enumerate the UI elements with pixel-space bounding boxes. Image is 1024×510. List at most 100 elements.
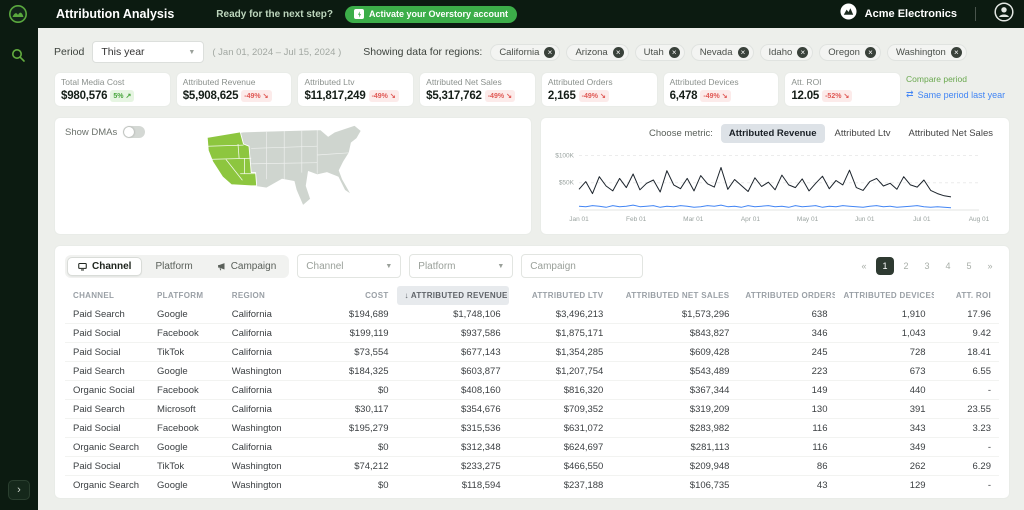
show-dmas-toggle[interactable] bbox=[123, 126, 146, 138]
region-chip-label: Oregon bbox=[828, 46, 860, 58]
remove-region-icon[interactable]: × bbox=[668, 46, 680, 58]
column-header[interactable]: PLATFORM bbox=[149, 286, 224, 305]
trend-down-icon: ↘ bbox=[843, 93, 850, 100]
sidebar-expand-button[interactable]: › bbox=[8, 480, 30, 500]
table-tab-campaign[interactable]: Campaign bbox=[206, 257, 288, 276]
svg-text:Feb 01: Feb 01 bbox=[626, 216, 647, 223]
search-icon[interactable] bbox=[11, 48, 26, 68]
table-cell: 440 bbox=[835, 380, 934, 400]
kpi-delta: -49% bbox=[487, 92, 505, 100]
remove-region-icon[interactable]: × bbox=[864, 46, 876, 58]
remove-region-icon[interactable]: × bbox=[950, 46, 962, 58]
kpi-card: Total Media Cost $980,576 5% ↗ bbox=[54, 72, 171, 107]
us-map[interactable] bbox=[188, 122, 398, 232]
kpi-delta-badge: -49% ↘ bbox=[578, 90, 609, 102]
pagination-page-3[interactable]: 3 bbox=[918, 257, 936, 275]
table-cell: - bbox=[987, 479, 991, 491]
table-cell: California bbox=[223, 342, 308, 362]
column-header[interactable]: ATTRIBUTED DEVICES bbox=[835, 286, 933, 305]
compare-period-link-label: Same period last year bbox=[917, 89, 1006, 100]
remove-region-icon[interactable]: × bbox=[737, 46, 749, 58]
table-row: Paid Social Facebook Washington $195,279 $31… bbox=[65, 418, 999, 438]
table-cell: $603,877 bbox=[396, 361, 509, 381]
pagination-next[interactable]: » bbox=[981, 257, 999, 275]
sort-desc-icon: ↓ bbox=[404, 291, 409, 300]
swap-icon: ⇄ bbox=[906, 89, 914, 99]
kpi-value: 12.05 bbox=[791, 90, 820, 102]
table-tab-label: Channel bbox=[92, 260, 132, 272]
table-row: Paid Search Google Washington $184,325 $603,… bbox=[65, 361, 999, 381]
pagination-page-1[interactable]: 1 bbox=[876, 257, 894, 275]
table-cell: - bbox=[933, 380, 999, 400]
pagination-page-4[interactable]: 4 bbox=[939, 257, 957, 275]
channel-filter-select[interactable]: Channel ▼ bbox=[297, 254, 402, 278]
compare-period-link[interactable]: ⇄ Same period last year bbox=[906, 89, 1010, 100]
pagination-page-2[interactable]: 2 bbox=[897, 257, 915, 275]
next-step-prompt: Ready for the next step? bbox=[216, 8, 333, 20]
table-cell: $312,348 bbox=[396, 437, 509, 457]
table-cell: 673 bbox=[835, 361, 934, 381]
campaign-filter-input[interactable] bbox=[521, 254, 644, 278]
period-select[interactable]: This year ▼ bbox=[92, 41, 205, 63]
column-header[interactable]: ATT. ROI bbox=[934, 286, 999, 305]
table-cell: $0 bbox=[307, 380, 397, 400]
company-logo-icon bbox=[840, 3, 857, 25]
table-cell: - bbox=[933, 437, 999, 457]
table-row: Paid Social TikTok California $73,554 $677,1… bbox=[65, 342, 999, 362]
table-tab-group: Channel Platform Campaign bbox=[65, 254, 290, 278]
table-cell: 262 bbox=[835, 456, 934, 476]
table-cell: 43 bbox=[816, 479, 828, 491]
trend-down-icon: ↘ bbox=[721, 93, 728, 100]
table-cell: $677,143 bbox=[396, 342, 509, 362]
remove-region-icon[interactable]: × bbox=[797, 46, 809, 58]
activate-account-button[interactable]: Activate your Overstory account bbox=[345, 5, 518, 23]
table-cell: $0 bbox=[377, 479, 389, 491]
table-cell: Google bbox=[149, 361, 224, 381]
kpi-card: Att. ROI 12.05 -52% ↘ bbox=[784, 72, 902, 107]
kpi-label: Attributed Ltv bbox=[304, 77, 355, 87]
metric-tab-attributed-net-sales[interactable]: Attributed Net Sales bbox=[901, 124, 1002, 143]
column-header[interactable]: REGION bbox=[224, 286, 308, 305]
column-header[interactable]: ATTRIBUTED NET SALES bbox=[611, 286, 737, 305]
kpi-value: 2,165 bbox=[547, 90, 576, 102]
column-header[interactable]: CHANNEL bbox=[65, 286, 149, 305]
table-cell: California bbox=[223, 380, 308, 400]
trend-chart: $100K $50K Jan 01 Feb 01 Mar 01 Apr 01 May 01 J… bbox=[555, 152, 989, 223]
table-tab-channel[interactable]: Channel bbox=[67, 256, 143, 276]
trend-down-icon: ↘ bbox=[600, 93, 606, 100]
metric-tab-attributed-revenue[interactable]: Attributed Revenue bbox=[720, 124, 825, 143]
column-header[interactable]: COST bbox=[308, 286, 397, 305]
regions-label: Showing data for regions: bbox=[363, 46, 483, 58]
metric-tab-attributed-ltv[interactable]: Attributed Ltv bbox=[827, 124, 899, 143]
column-header[interactable]: ↓ ATTRIBUTED REVENUE bbox=[396, 286, 509, 305]
table-row: Organic Social Facebook California $0 $408,1… bbox=[65, 380, 999, 400]
svg-text:$50K: $50K bbox=[559, 180, 575, 187]
region-chip-label: Utah bbox=[643, 46, 664, 58]
user-profile-icon[interactable] bbox=[994, 1, 1014, 27]
region-chip: Arizona × bbox=[566, 43, 629, 61]
pagination-prev[interactable]: « bbox=[855, 257, 873, 275]
remove-region-icon[interactable]: × bbox=[544, 46, 556, 58]
table-cell: Facebook bbox=[149, 323, 224, 343]
table-cell: Facebook bbox=[149, 380, 224, 400]
table-cell: $184,325 bbox=[307, 361, 397, 381]
table-cell: 1,043 bbox=[835, 323, 934, 343]
region-chip: California × bbox=[490, 43, 561, 61]
platform-filter-select[interactable]: Platform ▼ bbox=[409, 254, 514, 278]
choose-metric-label: Choose metric: bbox=[649, 128, 713, 139]
table-tab-platform[interactable]: Platform bbox=[144, 257, 203, 276]
remove-region-icon[interactable]: × bbox=[612, 46, 624, 58]
trend-down-icon: ↘ bbox=[389, 93, 396, 100]
table-cell: 245 bbox=[737, 342, 836, 362]
table-cell: $199,119 bbox=[307, 323, 397, 343]
table-cell: Organic Search bbox=[73, 479, 140, 491]
table-cell: 129 bbox=[909, 479, 926, 491]
table-cell: $937,586 bbox=[396, 323, 509, 343]
table-cell: Organic Social bbox=[65, 380, 150, 400]
table-cell: 6.55 bbox=[933, 361, 999, 381]
table-cell: $631,072 bbox=[508, 418, 612, 438]
column-header[interactable]: ATTRIBUTED ORDERS bbox=[737, 286, 835, 305]
column-header[interactable]: ATTRIBUTED LTV bbox=[509, 286, 612, 305]
pagination-page-5[interactable]: 5 bbox=[960, 257, 978, 275]
overstory-logo-icon[interactable] bbox=[8, 4, 28, 29]
